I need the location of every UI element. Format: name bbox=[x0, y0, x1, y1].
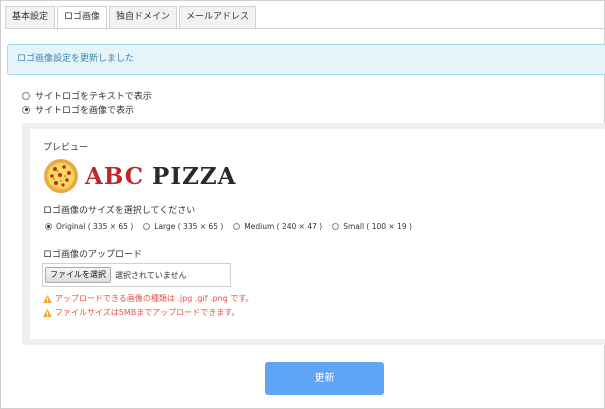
size-option-small[interactable]: Small ( 100 × 19 ) bbox=[332, 222, 412, 231]
display-text-option[interactable]: サイトロゴをテキストで表示 bbox=[22, 89, 152, 102]
size-option-original[interactable]: Original ( 335 × 65 ) bbox=[45, 222, 133, 231]
radio-button[interactable] bbox=[332, 223, 340, 230]
warning-icon bbox=[43, 294, 52, 303]
logo-word-pizza: PIZZA bbox=[152, 162, 237, 190]
success-alert: ロゴ画像設定を更新しました bbox=[7, 44, 605, 75]
file-input[interactable]: ファイルを選択 選択されていません bbox=[42, 263, 231, 287]
tab-custom-domain[interactable]: 独自ドメイン bbox=[109, 6, 178, 29]
radio-button[interactable] bbox=[143, 223, 151, 230]
tab-divider bbox=[5, 28, 604, 29]
radio-button-selected[interactable] bbox=[45, 223, 52, 230]
warning-text: アップロードできる画像の種類は .jpg .gif .png です。 bbox=[55, 294, 254, 303]
page-frame: 基本設定 ロゴ画像 独自ドメイン メールアドレス ロゴ画像設定を更新しました サ… bbox=[0, 0, 605, 409]
size-option-medium[interactable]: Medium ( 240 × 47 ) bbox=[233, 222, 322, 231]
choose-file-button[interactable]: ファイルを選択 bbox=[45, 267, 111, 283]
tab-email-address[interactable]: メールアドレス bbox=[179, 6, 257, 29]
warning-text: ファイルサイズは5MBまでアップロードできます。 bbox=[55, 308, 240, 317]
tab-basic-settings[interactable]: 基本設定 bbox=[5, 6, 56, 29]
logo-preview: ABC PIZZA bbox=[43, 157, 237, 195]
display-image-option[interactable]: サイトロゴを画像で表示 bbox=[22, 103, 134, 116]
size-options: Original ( 335 × 65 ) Large ( 335 × 65 )… bbox=[45, 222, 422, 231]
size-heading: ロゴ画像のサイズを選択してください bbox=[43, 206, 196, 216]
size-option-label: Original ( 335 × 65 ) bbox=[56, 222, 134, 231]
preview-heading: プレビュー bbox=[43, 143, 89, 153]
update-button[interactable]: 更新 bbox=[265, 362, 384, 395]
size-option-label: Medium ( 240 × 47 ) bbox=[244, 222, 323, 231]
pizza-icon bbox=[44, 159, 78, 193]
upload-heading: ロゴ画像のアップロード bbox=[43, 250, 143, 260]
file-size-warning: ファイルサイズは5MBまでアップロードできます。 bbox=[43, 307, 239, 318]
radio-button-selected[interactable] bbox=[22, 105, 30, 114]
warning-icon bbox=[43, 308, 52, 317]
tab-logo-image[interactable]: ロゴ画像 bbox=[57, 6, 108, 30]
size-option-label: Small ( 100 × 19 ) bbox=[343, 222, 412, 231]
file-status-text: 選択されていません bbox=[115, 270, 187, 280]
tab-bar: 基本設定 ロゴ画像 独自ドメイン メールアドレス bbox=[5, 6, 258, 30]
display-text-label: サイトロゴをテキストで表示 bbox=[35, 92, 152, 102]
size-option-label: Large ( 335 × 65 ) bbox=[154, 222, 224, 231]
file-type-warning: アップロードできる画像の種類は .jpg .gif .png です。 bbox=[43, 293, 254, 304]
display-image-label: サイトロゴを画像で表示 bbox=[35, 106, 135, 116]
size-option-large[interactable]: Large ( 335 × 65 ) bbox=[143, 222, 223, 231]
radio-button[interactable] bbox=[22, 91, 30, 100]
logo-word-abc: ABC bbox=[85, 162, 145, 190]
radio-button[interactable] bbox=[233, 223, 241, 230]
